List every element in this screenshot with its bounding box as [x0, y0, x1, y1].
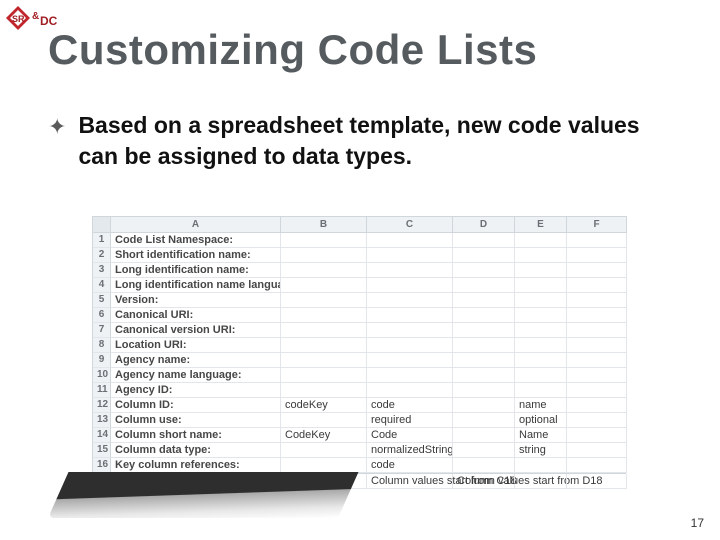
- svg-text:&: &: [32, 11, 39, 22]
- col-B: B: [281, 216, 367, 233]
- table-row: 9Agency name:: [93, 353, 626, 368]
- decorative-swoosh: [48, 472, 358, 518]
- note-d18: Column values start from D18: [453, 474, 515, 489]
- select-all-corner: [93, 216, 111, 233]
- table-row: 4Long identification name language:: [93, 278, 626, 293]
- bullet-text: Based on a spreadsheet template, new cod…: [78, 110, 660, 172]
- table-row: 3Long identification name:: [93, 263, 626, 278]
- table-row: 16Key column references:code: [93, 458, 626, 473]
- col-E: E: [515, 216, 567, 233]
- table-row: 13Column use:requiredoptional: [93, 413, 626, 428]
- spreadsheet: A B C D E F 1Code List Namespace: 2Short…: [92, 216, 626, 489]
- table-row: 11Agency ID:: [93, 383, 626, 398]
- table-row: 8Location URI:: [93, 338, 626, 353]
- bullet-item: ✦ Based on a spreadsheet template, new c…: [48, 110, 660, 172]
- table-row: 2Short identification name:: [93, 248, 626, 263]
- table-row: 14Column short name:CodeKeyCodeName: [93, 428, 626, 443]
- table-row: 1Code List Namespace:: [93, 233, 626, 248]
- table-row: 7Canonical version URI:: [93, 323, 626, 338]
- table-row: 6Canonical URI:: [93, 308, 626, 323]
- table-row: 10Agency name language:: [93, 368, 626, 383]
- svg-text:SR: SR: [12, 14, 25, 24]
- col-D: D: [453, 216, 515, 233]
- col-A: A: [111, 216, 281, 233]
- slide: SR & DC Customizing Code Lists ✦ Based o…: [0, 0, 720, 540]
- bullet-icon: ✦: [48, 110, 66, 140]
- page-number: 17: [691, 516, 704, 530]
- slide-title: Customizing Code Lists: [48, 26, 537, 74]
- column-headers: A B C D E F: [93, 216, 626, 233]
- col-C: C: [367, 216, 453, 233]
- note-c18: Column values start from C18: [367, 474, 453, 489]
- table-row: 5Version:: [93, 293, 626, 308]
- table-row: 12Column ID:codeKeycodename: [93, 398, 626, 413]
- col-F: F: [567, 216, 627, 233]
- table-row: 15Column data type:normalizedStringstrin…: [93, 443, 626, 458]
